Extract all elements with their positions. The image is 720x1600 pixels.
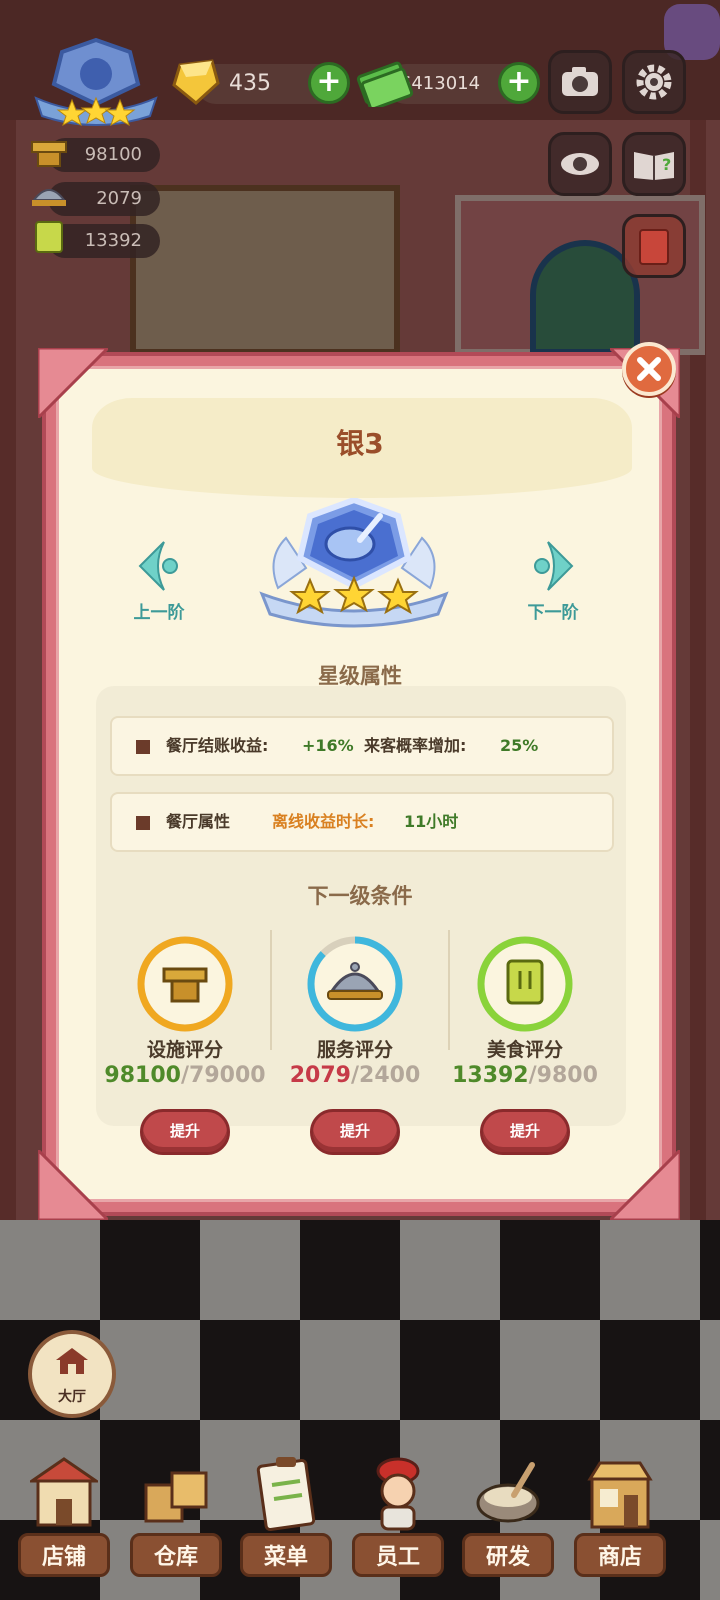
- bullet-icon: [136, 740, 150, 754]
- nav-staff[interactable]: 员工: [348, 1455, 448, 1585]
- facility-progress-ring: [137, 936, 233, 1032]
- star-attributes-heading: 星级属性: [318, 664, 402, 688]
- close-icon: [637, 357, 661, 381]
- nav-shop[interactable]: 店铺: [14, 1455, 114, 1585]
- eye-icon: [561, 153, 599, 175]
- offline-duration-value: 11小时: [404, 812, 459, 831]
- food-score-label: 美食评分: [486, 1039, 563, 1061]
- nav-store-label: 商店: [574, 1533, 666, 1577]
- service-score-value: 2079: [96, 188, 142, 209]
- food-book-icon: [506, 959, 544, 1005]
- hall-house-icon: [56, 1348, 88, 1374]
- service-required: 2400: [359, 1063, 421, 1088]
- svg-text:?: ?: [662, 155, 671, 174]
- red-book-icon: [639, 229, 669, 265]
- offline-duration-label: 离线收益时长:: [272, 812, 375, 831]
- menu-clipboard-icon: [256, 1457, 316, 1532]
- restaurant-attribute-label: 餐厅属性: [166, 812, 231, 831]
- food-score-progress: 13392/9800: [440, 1063, 610, 1088]
- facility-score-value: 98100: [84, 144, 142, 165]
- food-separator: /: [528, 1063, 537, 1088]
- service-cloche-icon: [31, 189, 67, 206]
- corner-ribbon: [610, 1150, 680, 1220]
- chevron-right-icon: [534, 541, 574, 591]
- gear-icon: [636, 64, 672, 100]
- service-score-label: 服务评分: [316, 1039, 393, 1061]
- corner-ribbon: [38, 1150, 108, 1220]
- nav-warehouse[interactable]: 仓库: [126, 1455, 226, 1585]
- column-divider: [270, 930, 272, 1050]
- facility-table-icon: [31, 141, 67, 167]
- checkout-income-label: 餐厅结账收益:: [166, 736, 269, 755]
- prev-rank-label: 上一阶: [133, 603, 185, 623]
- nav-staff-label: 员工: [352, 1533, 444, 1577]
- service-separator: /: [350, 1063, 360, 1088]
- next-level-heading: 下一级条件: [307, 884, 413, 908]
- facility-score-label: 设施评分: [146, 1039, 223, 1061]
- research-pot-icon: [476, 1462, 540, 1523]
- add-cash-button[interactable]: +: [498, 62, 540, 104]
- next-rank-label: 下一阶: [527, 603, 579, 623]
- attribute-row-offline: 餐厅属性 离线收益时长: 11小时: [110, 792, 614, 852]
- guest-chance-value: 25%: [500, 736, 539, 755]
- shop-building-icon: [30, 1457, 98, 1527]
- close-button[interactable]: [622, 342, 676, 396]
- hall-button[interactable]: 大厅: [28, 1330, 116, 1418]
- food-progress-ring: [477, 936, 573, 1032]
- next-rank-button[interactable]: 下一阶: [508, 540, 598, 626]
- nav-research-label: 研发: [462, 1533, 554, 1577]
- silver-rank-emblem-icon: [259, 498, 449, 628]
- food-book-icon: [35, 221, 63, 253]
- column-divider: [448, 930, 450, 1050]
- nav-menu[interactable]: 菜单: [236, 1455, 336, 1585]
- facility-score-progress: 98100/79000: [100, 1063, 270, 1088]
- camera-icon: [562, 67, 598, 96]
- staff-chef-icon: [376, 1457, 420, 1531]
- store-front-icon: [587, 1461, 653, 1529]
- facility-required: 79000: [189, 1063, 266, 1088]
- recipe-book-button[interactable]: [622, 214, 686, 278]
- service-score-progress: 2079/2400: [270, 1063, 440, 1088]
- prev-rank-button[interactable]: 上一阶: [114, 540, 204, 626]
- attribute-row-income: 餐厅结账收益: +16% 来客概率增加: 25%: [110, 716, 614, 776]
- nav-research[interactable]: 研发: [458, 1455, 558, 1585]
- facility-current: 98100: [104, 1063, 181, 1088]
- bullet-icon: [136, 816, 150, 830]
- guide-button[interactable]: ?: [622, 132, 686, 196]
- add-gems-button[interactable]: +: [308, 62, 350, 104]
- chevron-left-icon: [138, 541, 178, 591]
- upgrade-facility-button[interactable]: 提升: [140, 1109, 230, 1155]
- rank-badge-icon[interactable]: [32, 38, 160, 126]
- camera-button[interactable]: [548, 50, 612, 114]
- food-required: 9800: [536, 1063, 598, 1088]
- nav-warehouse-label: 仓库: [130, 1533, 222, 1577]
- guest-chance-label: 来客概率增加:: [364, 736, 467, 755]
- nav-menu-label: 菜单: [240, 1533, 332, 1577]
- service-current: 2079: [289, 1063, 351, 1088]
- nav-store[interactable]: 商店: [570, 1455, 670, 1585]
- view-button[interactable]: [548, 132, 612, 196]
- nav-shop-label: 店铺: [18, 1533, 110, 1577]
- upgrade-service-button[interactable]: 提升: [310, 1109, 400, 1155]
- food-current: 13392: [452, 1063, 529, 1088]
- help-book-icon: ?: [634, 152, 674, 180]
- corner-ribbon: [38, 348, 108, 418]
- cash-stack-icon: [356, 61, 413, 107]
- service-progress-ring: [307, 936, 403, 1032]
- food-score-value: 13392: [84, 230, 142, 251]
- checkout-income-value: +16%: [302, 736, 354, 755]
- warehouse-boxes-icon: [144, 1471, 208, 1523]
- settings-button[interactable]: [622, 50, 686, 114]
- hall-label: 大厅: [58, 1389, 86, 1405]
- upgrade-food-button[interactable]: 提升: [480, 1109, 570, 1155]
- facility-separator: /: [180, 1063, 190, 1088]
- gem-icon: [172, 59, 220, 105]
- rank-title: 银3: [336, 427, 384, 460]
